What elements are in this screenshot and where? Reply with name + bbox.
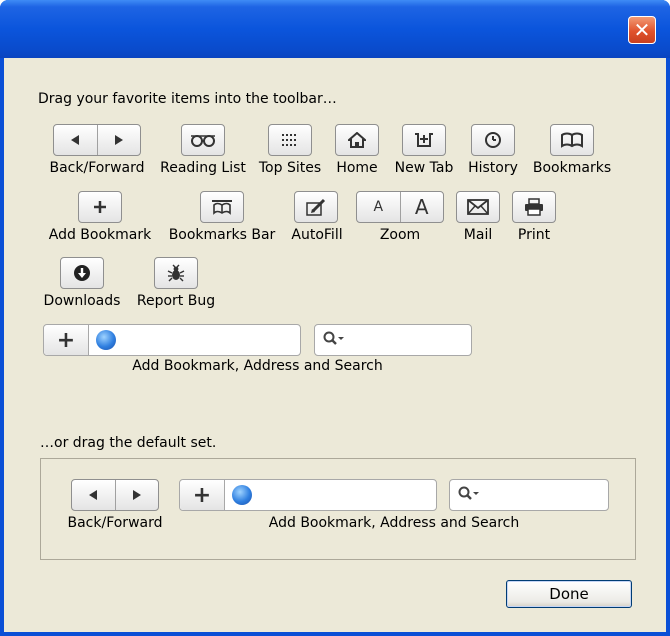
search-field-item[interactable] <box>314 324 472 356</box>
add-bookmark-plus-icon: + <box>44 325 89 355</box>
globe-icon <box>96 330 116 350</box>
address-search-label: Add Bookmark, Address and Search <box>132 358 383 374</box>
search-icon <box>323 331 344 345</box>
clock-icon <box>485 132 501 148</box>
zoom-item[interactable]: A A <box>356 191 444 223</box>
bookmarks-bar-icon <box>212 200 232 215</box>
home-item[interactable] <box>335 124 379 156</box>
reading-list-item[interactable] <box>181 124 225 156</box>
customize-toolbar-window: ✕ Drag your favorite items into the tool… <box>0 0 670 636</box>
drag-default-instruction: …or drag the default set. <box>40 435 217 451</box>
address-field-item[interactable]: + <box>43 324 301 356</box>
downloads-label: Downloads <box>43 293 121 309</box>
back-arrow-icon <box>72 480 115 510</box>
back-arrow-icon <box>54 125 97 155</box>
grid-icon <box>282 134 296 146</box>
printer-icon <box>525 198 543 216</box>
bookmarks-label: Bookmarks <box>532 160 612 176</box>
plus-icon <box>94 201 106 213</box>
default-back-forward-label: Back/Forward <box>67 515 163 531</box>
zoom-label: Zoom <box>379 227 421 243</box>
new-tab-icon <box>415 133 433 147</box>
glasses-icon <box>191 135 215 147</box>
default-address-field[interactable]: + <box>179 479 437 511</box>
home-icon <box>348 132 366 148</box>
close-button[interactable]: ✕ <box>628 16 656 44</box>
add-bookmark-label: Add Bookmark <box>48 227 152 243</box>
report-bug-item[interactable] <box>154 257 198 289</box>
download-icon <box>74 265 90 281</box>
top-sites-label: Top Sites <box>258 160 322 176</box>
open-book-icon <box>561 132 583 148</box>
report-bug-label: Report Bug <box>136 293 216 309</box>
title-bar[interactable]: ✕ <box>0 0 670 58</box>
downloads-item[interactable] <box>60 257 104 289</box>
envelope-icon <box>467 199 489 215</box>
add-bookmark-plus-icon: + <box>180 480 225 510</box>
bookmarks-bar-label: Bookmarks Bar <box>168 227 276 243</box>
globe-icon <box>232 485 252 505</box>
drag-items-instruction: Drag your favorite items into the toolba… <box>38 91 337 107</box>
bookmarks-bar-item[interactable] <box>200 191 244 223</box>
add-bookmark-item[interactable] <box>78 191 122 223</box>
default-back-forward-item[interactable] <box>71 479 159 511</box>
bookmarks-item[interactable] <box>550 124 594 156</box>
pen-icon <box>306 198 326 216</box>
home-label: Home <box>336 160 378 176</box>
default-address-search-label: Add Bookmark, Address and Search <box>268 515 520 531</box>
zoom-out-button: A <box>373 199 384 215</box>
mail-item[interactable] <box>456 191 500 223</box>
history-item[interactable] <box>471 124 515 156</box>
back-forward-item[interactable] <box>53 124 141 156</box>
forward-arrow-icon <box>114 480 159 510</box>
bug-icon <box>167 264 185 282</box>
close-icon: ✕ <box>633 18 651 42</box>
done-button[interactable]: Done <box>506 580 632 608</box>
new-tab-label: New Tab <box>394 160 454 176</box>
autofill-label: AutoFill <box>291 227 343 243</box>
dialog-body: Drag your favorite items into the toolba… <box>4 58 666 632</box>
print-item[interactable] <box>512 191 556 223</box>
default-search-field[interactable] <box>449 479 609 511</box>
reading-list-label: Reading List <box>160 160 246 176</box>
history-label: History <box>468 160 518 176</box>
zoom-in-button: A <box>399 192 444 222</box>
back-forward-label: Back/Forward <box>49 160 145 176</box>
print-label: Print <box>517 227 551 243</box>
forward-arrow-icon <box>96 125 141 155</box>
new-tab-item[interactable] <box>402 124 446 156</box>
top-sites-item[interactable] <box>268 124 312 156</box>
default-set-panel[interactable]: Back/Forward + Add Bookmark, Address and… <box>40 458 636 560</box>
mail-label: Mail <box>463 227 493 243</box>
autofill-item[interactable] <box>294 191 338 223</box>
search-icon <box>458 486 479 500</box>
